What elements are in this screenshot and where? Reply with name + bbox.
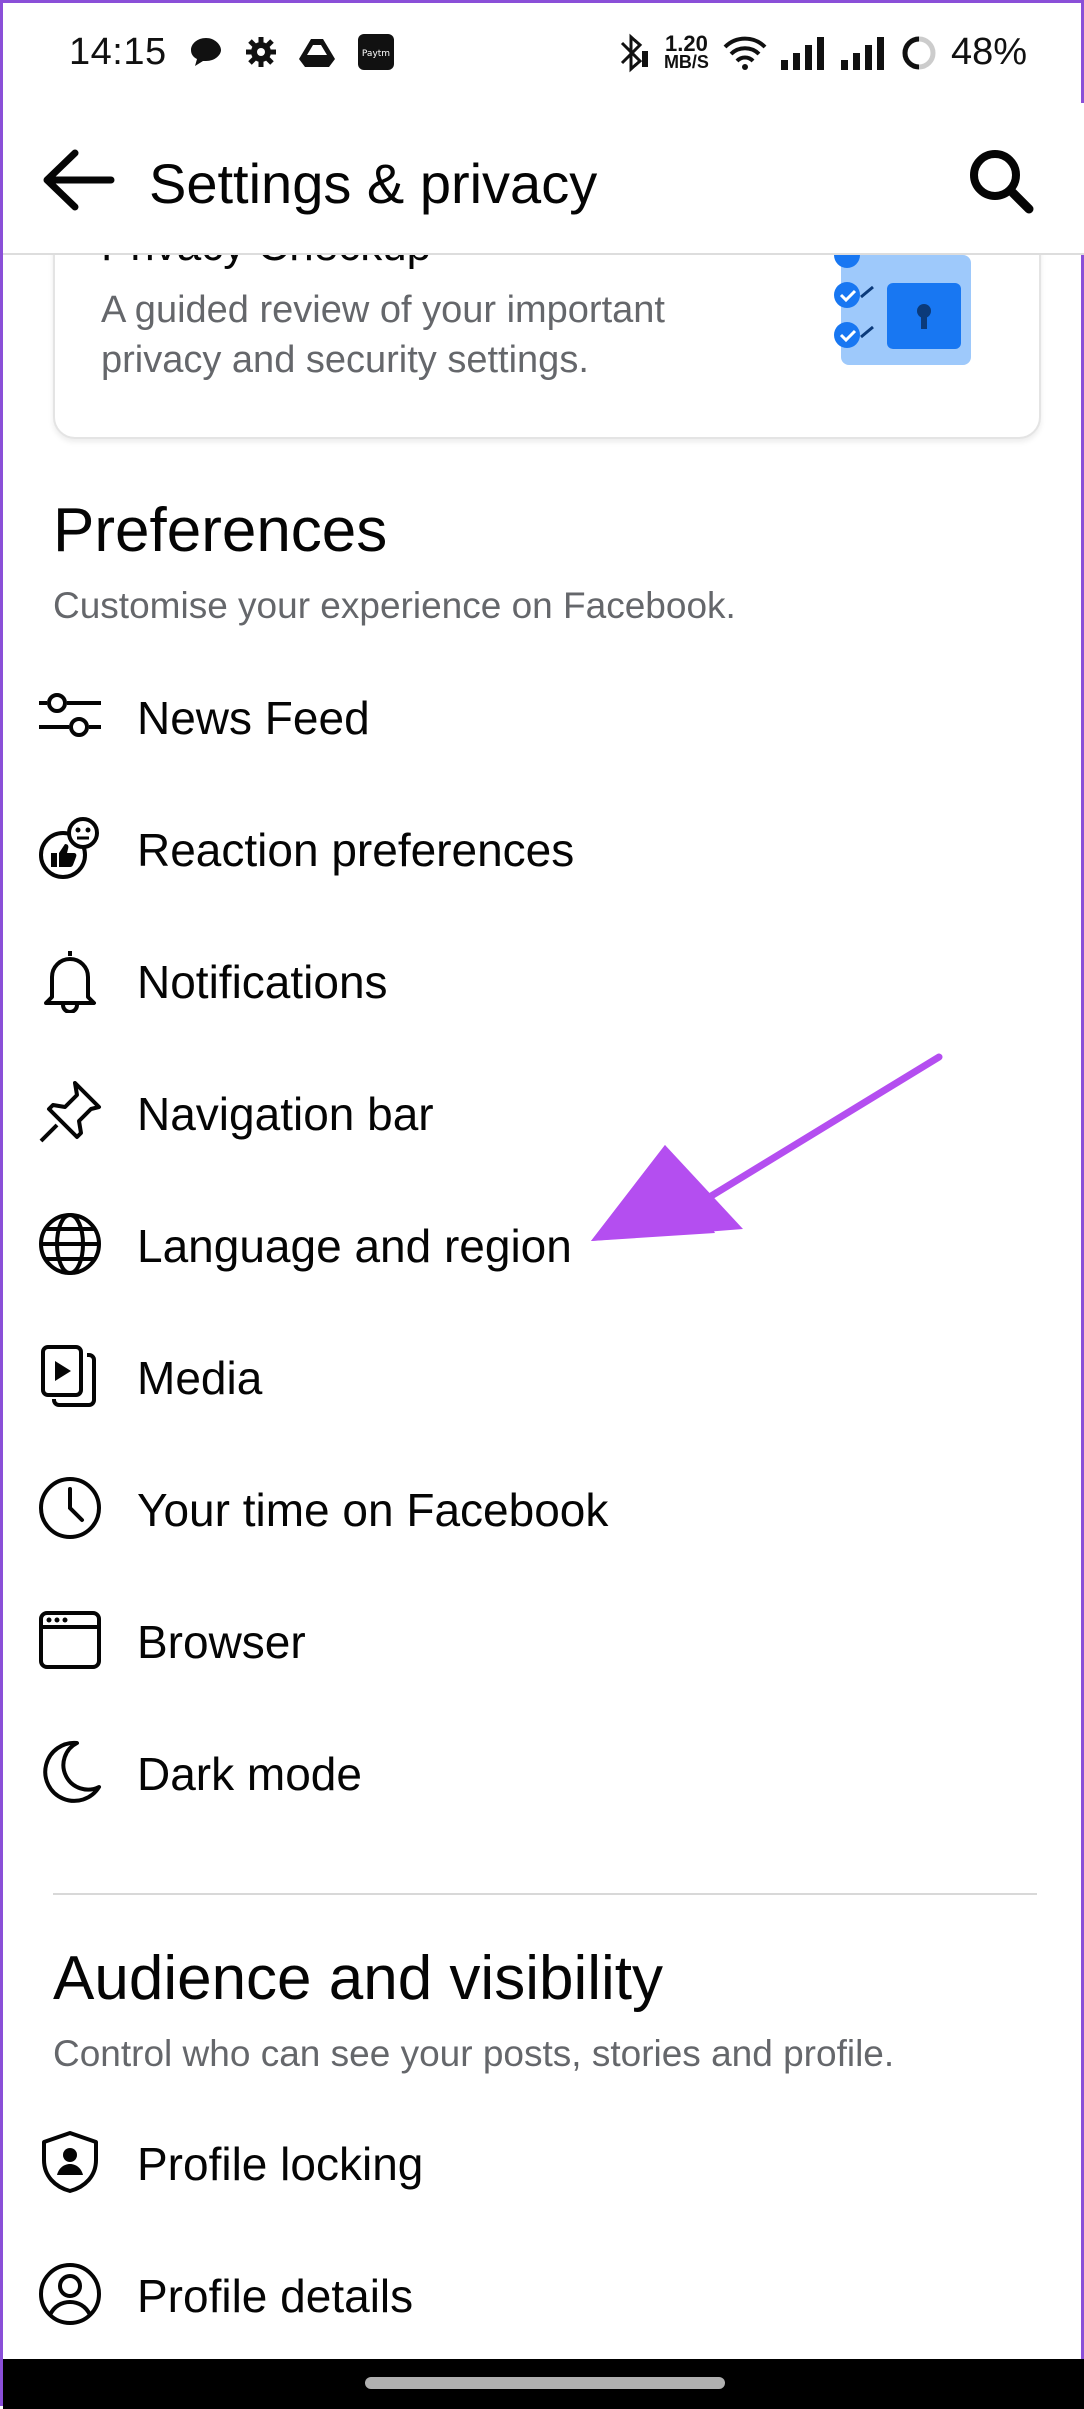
menu-item-profile-locking[interactable]: Profile locking xyxy=(3,2099,1084,2219)
menu-label-reaction-preferences: Reaction preferences xyxy=(137,824,575,876)
wifi-icon xyxy=(723,36,767,70)
menu-label-navigation-bar: Navigation bar xyxy=(137,1088,434,1140)
menu-item-media[interactable]: Media xyxy=(3,1313,1084,1433)
annotation-arrow-icon xyxy=(591,1053,943,1241)
browser-icon xyxy=(39,1611,101,1669)
menu-label-media: Media xyxy=(137,1352,263,1404)
shield-person-icon xyxy=(42,2131,98,2193)
audience-subtitle: Control who can see your posts, stories … xyxy=(53,2033,895,2074)
svg-text:Paytm: Paytm xyxy=(362,49,390,59)
battery-ring-icon xyxy=(902,36,936,69)
menu-item-your-time-on-facebook[interactable]: Your time on Facebook xyxy=(3,1445,1084,1565)
preferences-heading: Preferences xyxy=(53,496,388,565)
drive-icon xyxy=(299,39,335,67)
menu-item-reaction-preferences[interactable]: Reaction preferences xyxy=(3,785,1084,905)
bluetooth-icon xyxy=(620,33,648,72)
menu-label-browser: Browser xyxy=(137,1616,306,1668)
network-speed-unit: MB/S xyxy=(663,51,709,72)
app-bar: Settings & privacy xyxy=(3,103,1084,255)
menu-label-profile-details: Profile details xyxy=(137,2270,414,2322)
status-system-icons: 1.20 MB/S 48% xyxy=(616,31,1027,74)
clock-icon xyxy=(39,1477,101,1539)
person-circle-icon xyxy=(39,2263,101,2325)
preferences-subtitle: Customise your experience on Facebook. xyxy=(53,585,736,626)
menu-label-notifications: Notifications xyxy=(137,956,388,1008)
signal-icon xyxy=(780,36,824,70)
home-gesture-pill[interactable] xyxy=(365,2377,725,2389)
bell-icon xyxy=(44,951,96,1013)
menu-item-news-feed[interactable]: News Feed xyxy=(3,653,1084,773)
menu-label-dark-mode: Dark mode xyxy=(137,1748,362,1800)
reactions-icon xyxy=(39,817,99,879)
gear-icon xyxy=(246,37,276,67)
menu-label-profile-locking: Profile locking xyxy=(137,2138,424,2190)
menu-label-news-feed: News Feed xyxy=(137,692,370,744)
menu-item-dark-mode[interactable]: Dark mode xyxy=(3,1709,1084,1829)
status-bar: 14:15 Paytm 1.20 MB/S 48% xyxy=(3,3,1084,103)
status-notification-icons: Paytm xyxy=(189,33,395,71)
moon-icon xyxy=(43,1740,101,1803)
menu-label-language-and-region: Language and region xyxy=(137,1220,572,1272)
arrow-left-icon[interactable] xyxy=(39,147,115,213)
gesture-navigation-bar xyxy=(3,2359,1084,2409)
pin-icon xyxy=(39,1081,101,1143)
network-speed: 1.20 MB/S xyxy=(663,30,709,72)
sliders-icon xyxy=(39,693,101,737)
signal-icon-2 xyxy=(840,36,884,70)
status-time: 14:15 xyxy=(69,31,167,73)
paytm-icon: Paytm xyxy=(358,34,394,70)
search-icon[interactable] xyxy=(965,145,1037,217)
chat-bubble-icon xyxy=(191,38,221,66)
section-divider xyxy=(53,1893,1037,1895)
battery-percent: 48% xyxy=(950,31,1027,73)
menu-item-browser[interactable]: Browser xyxy=(3,1577,1084,1697)
audience-heading: Audience and visibility xyxy=(53,1944,664,2013)
globe-icon xyxy=(39,1213,101,1275)
network-speed-value: 1.20 xyxy=(665,30,708,56)
privacy-checkup-description: A guided review of your important privac… xyxy=(101,289,665,381)
menu-label-your-time-on-facebook: Your time on Facebook xyxy=(137,1484,609,1536)
media-icon xyxy=(41,1345,96,1407)
menu-item-profile-details[interactable]: Profile details xyxy=(3,2231,1084,2351)
menu-item-notifications[interactable]: Notifications xyxy=(3,917,1084,1037)
page-title: Settings & privacy xyxy=(149,152,598,215)
